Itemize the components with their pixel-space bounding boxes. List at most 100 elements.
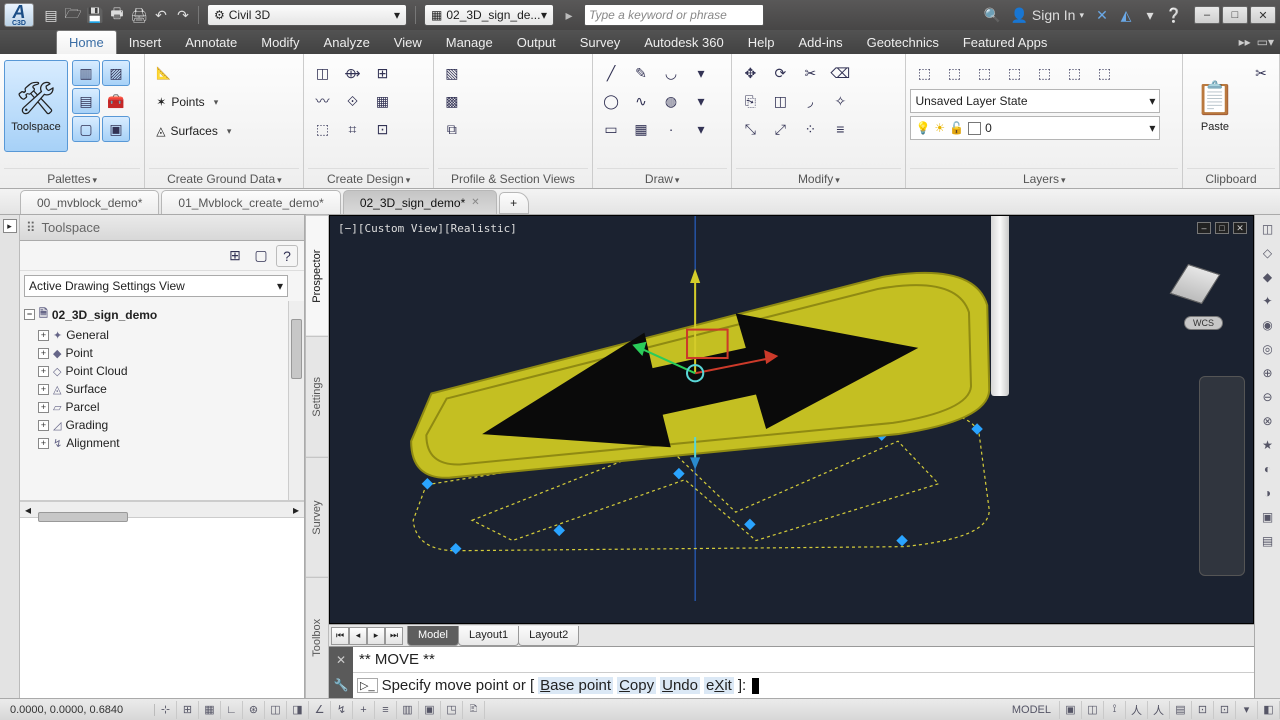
- panel-title-psv[interactable]: Profile & Section Views: [451, 172, 575, 186]
- ribbon-tab-view[interactable]: View: [382, 30, 434, 54]
- rt-btn-3[interactable]: ◆: [1258, 267, 1278, 287]
- mod-erase[interactable]: ⌫: [826, 60, 854, 86]
- draw-circle[interactable]: ◯: [597, 88, 625, 114]
- tree-item[interactable]: +✦General: [24, 326, 300, 344]
- ribbon-tab-modify[interactable]: Modify: [249, 30, 311, 54]
- layout-nav-prev[interactable]: ◂: [349, 627, 367, 645]
- sb-snap[interactable]: ⊞: [177, 701, 199, 719]
- mod-copy[interactable]: ⎘: [736, 88, 764, 114]
- ribbon-tab-output[interactable]: Output: [505, 30, 568, 54]
- sb-r3[interactable]: ⟟: [1104, 701, 1126, 719]
- qat-open-icon[interactable]: 🗁: [62, 4, 84, 26]
- sb-r6[interactable]: ▤: [1170, 701, 1192, 719]
- rt-btn-2[interactable]: ◇: [1258, 243, 1278, 263]
- sb-r9[interactable]: ▾: [1236, 701, 1258, 719]
- sb-r1[interactable]: ▣: [1060, 701, 1082, 719]
- layer-btn-3[interactable]: ⬚: [970, 60, 998, 86]
- cmd-opt-base[interactable]: Base point: [538, 677, 613, 694]
- sb-osnap[interactable]: ◫: [265, 701, 287, 719]
- sb-r5[interactable]: 人: [1148, 701, 1170, 719]
- psv-btn-2[interactable]: ▩: [438, 88, 466, 114]
- qat-saveas-icon[interactable]: 🖶: [106, 4, 128, 26]
- draw-line[interactable]: ╱: [597, 60, 625, 86]
- qat-redo-icon[interactable]: ↷: [172, 4, 194, 26]
- draw-hatch[interactable]: ▦: [627, 116, 655, 142]
- mod-stretch[interactable]: ⤡: [736, 116, 764, 142]
- ribbon-scroll-right-icon[interactable]: ▸▸: [1239, 35, 1251, 49]
- ribbon-tab-a360[interactable]: Autodesk 360: [632, 30, 736, 54]
- sb-r10[interactable]: ◧: [1258, 701, 1280, 719]
- stayconnected-icon[interactable]: ▾: [1140, 5, 1160, 25]
- sb-infer[interactable]: ⊹: [155, 701, 177, 719]
- sb-r4[interactable]: 人: [1126, 701, 1148, 719]
- layer-btn-5[interactable]: ⬚: [1030, 60, 1058, 86]
- exchange-icon[interactable]: ✕: [1092, 5, 1112, 25]
- sb-r7[interactable]: ⊡: [1192, 701, 1214, 719]
- autodesk-icon[interactable]: ◭: [1116, 5, 1136, 25]
- rt-btn-13[interactable]: ▣: [1258, 507, 1278, 527]
- model-viewport[interactable]: [−][Custom View][Realistic] – □ ✕ WCS: [329, 215, 1254, 624]
- window-restore-button[interactable]: □: [1222, 6, 1248, 24]
- design-btn-6[interactable]: ▦: [368, 88, 396, 114]
- draw-misc1[interactable]: ▾: [687, 60, 715, 86]
- qat-new-icon[interactable]: ▤: [40, 4, 62, 26]
- layer-btn-6[interactable]: ⬚: [1060, 60, 1088, 86]
- sb-am[interactable]: 🗈: [463, 701, 485, 719]
- cmd-opt-exit[interactable]: eXit: [704, 677, 734, 694]
- ribbon-tab-analyze[interactable]: Analyze: [312, 30, 382, 54]
- ribbon-tab-home[interactable]: Home: [56, 30, 117, 54]
- layer-btn-4[interactable]: ⬚: [1000, 60, 1028, 86]
- panel-title-draw[interactable]: Draw: [645, 172, 680, 186]
- design-btn-7[interactable]: ⬚: [308, 116, 336, 142]
- rt-btn-11[interactable]: ◐: [1258, 459, 1278, 479]
- doc-tab[interactable]: 01_Mvblock_create_demo*: [161, 190, 340, 214]
- draw-rect[interactable]: ▭: [597, 116, 625, 142]
- sb-r2[interactable]: ◫: [1082, 701, 1104, 719]
- sb-grid[interactable]: ▦: [199, 701, 221, 719]
- rt-btn-6[interactable]: ◎: [1258, 339, 1278, 359]
- layout-tab-layout1[interactable]: Layout1: [458, 626, 519, 646]
- sb-3dosnap[interactable]: ◨: [287, 701, 309, 719]
- cmd-opt-copy[interactable]: Copy: [617, 677, 656, 694]
- mod-move[interactable]: ✥: [736, 60, 764, 86]
- help-icon[interactable]: ❔: [1164, 5, 1184, 25]
- design-btn-2[interactable]: ⟴: [338, 60, 366, 86]
- ribbon-tab-addins[interactable]: Add-ins: [787, 30, 855, 54]
- current-layer-combo[interactable]: 💡☀🔓0▾: [910, 116, 1160, 140]
- clipboard-cut[interactable]: ✂: [1247, 60, 1275, 86]
- cmd-close-icon[interactable]: ✕: [336, 653, 346, 667]
- sb-polar[interactable]: ⊛: [243, 701, 265, 719]
- draw-ellipse[interactable]: ◍: [657, 88, 685, 114]
- infocenter-search[interactable]: Type a keyword or phrase: [584, 4, 764, 26]
- ts-toolbar-btn1[interactable]: ⊞: [224, 245, 246, 267]
- tree-vscrollbar[interactable]: [288, 301, 304, 500]
- panel-title-ground[interactable]: Create Ground Data: [167, 172, 282, 186]
- layer-btn-7[interactable]: ⬚: [1090, 60, 1118, 86]
- palette-btn-6[interactable]: ▣: [102, 116, 130, 142]
- rt-btn-12[interactable]: ◑: [1258, 483, 1278, 503]
- draw-misc2[interactable]: ▾: [687, 88, 715, 114]
- draw-misc3[interactable]: ▾: [687, 116, 715, 142]
- side-tab-toolbox[interactable]: Toolbox: [306, 577, 328, 698]
- surfaces-dropdown[interactable]: ◬Surfaces: [149, 118, 238, 144]
- ts-help-btn[interactable]: ?: [276, 245, 298, 267]
- command-input[interactable]: ▷_ Specify move point or [ Base point Co…: [353, 673, 1254, 698]
- palette-btn-3[interactable]: ▤: [72, 88, 100, 114]
- psv-btn-3[interactable]: ⧉: [438, 116, 466, 142]
- rt-btn-7[interactable]: ⊕: [1258, 363, 1278, 383]
- sb-qp[interactable]: ▣: [419, 701, 441, 719]
- layout-tab-layout2[interactable]: Layout2: [518, 626, 579, 646]
- tree-item[interactable]: +◇Point Cloud: [24, 362, 300, 380]
- grip-icon[interactable]: ⠿: [26, 220, 36, 236]
- ribbon-tab-help[interactable]: Help: [736, 30, 787, 54]
- panel-title-clipboard[interactable]: Clipboard: [1205, 172, 1256, 186]
- side-tab-settings[interactable]: Settings: [306, 336, 328, 457]
- mod-trim[interactable]: ✂: [796, 60, 824, 86]
- tree-item[interactable]: +↯Alignment: [24, 434, 300, 452]
- cmd-opt-undo[interactable]: Undo: [660, 677, 700, 694]
- tree-item[interactable]: +◆Point: [24, 344, 300, 362]
- app-menu-button[interactable]: C3D: [4, 3, 34, 27]
- mod-offset[interactable]: ≡: [826, 116, 854, 142]
- mod-fillet[interactable]: ◞: [796, 88, 824, 114]
- cmd-settings-icon[interactable]: 🔧: [334, 678, 349, 692]
